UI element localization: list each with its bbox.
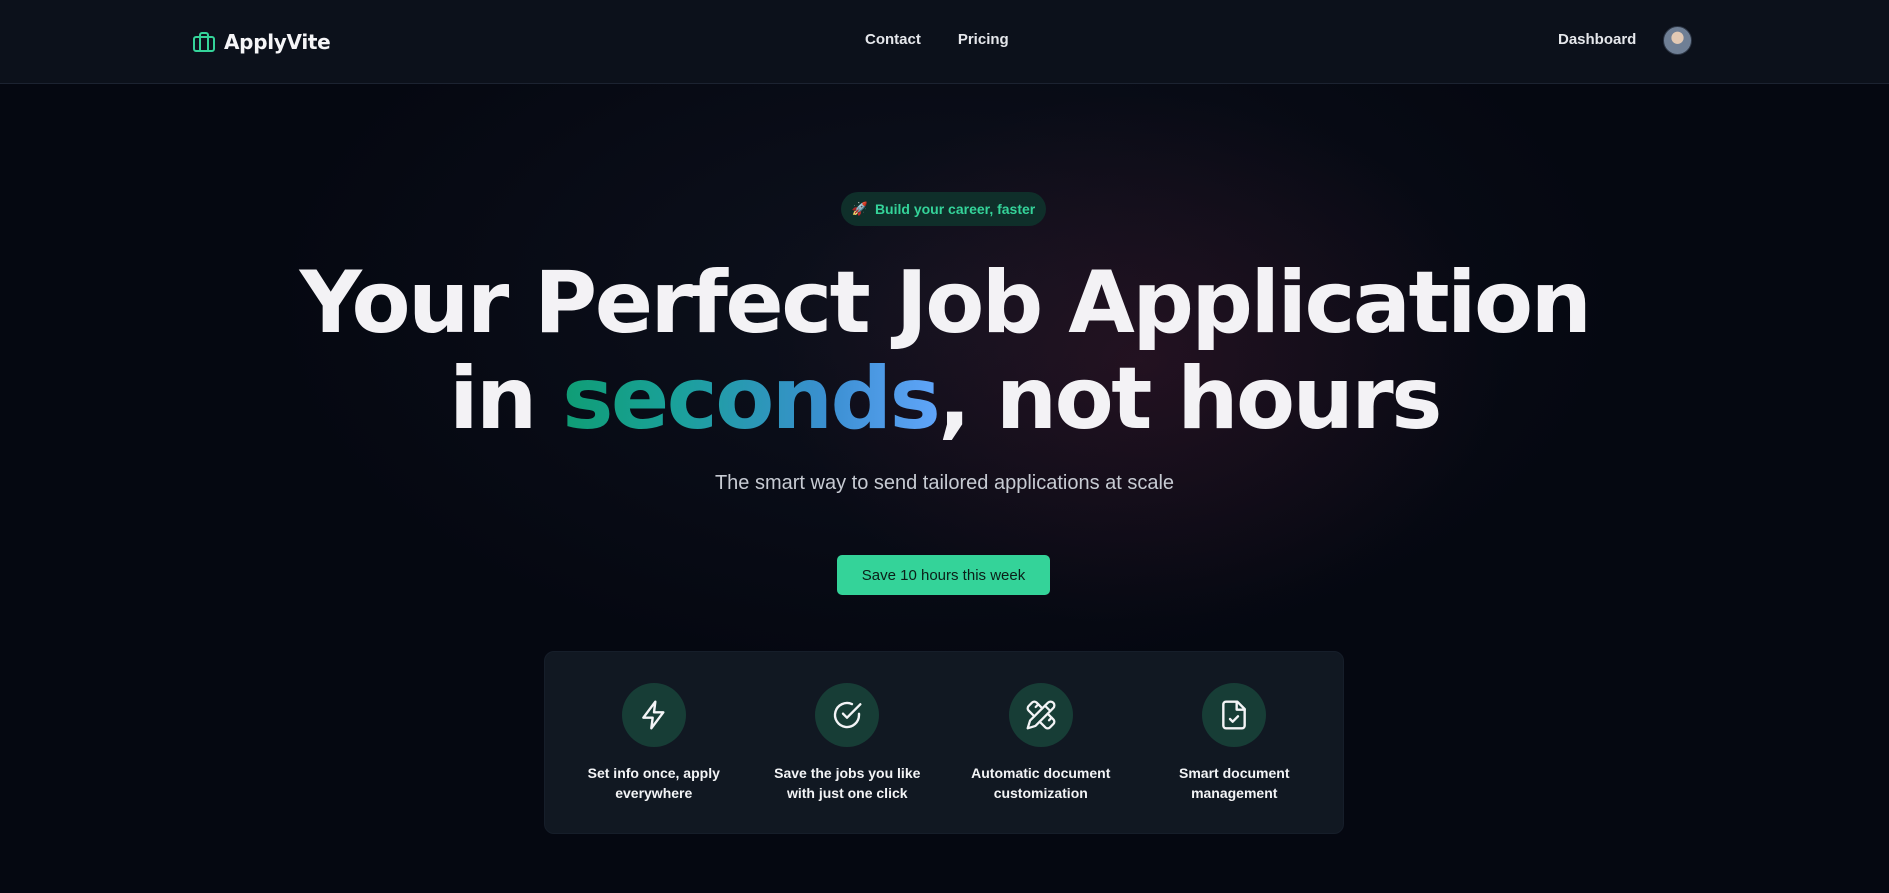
headline-highlighted-word: hours (1177, 349, 1442, 449)
feature-item: Save the jobs you like with just one cli… (757, 652, 937, 833)
nav-contact-link[interactable]: Contact (865, 31, 921, 48)
feature-text: Set info once, apply everywhere (587, 765, 720, 801)
cta-button[interactable]: Save 10 hours this week (837, 555, 1050, 595)
rocket-icon: 🚀 (851, 201, 868, 216)
hero-headline: Your Perfect Job Application in seconds,… (0, 255, 1889, 447)
feature-item: Smart document management (1144, 652, 1324, 833)
briefcase-icon (193, 32, 215, 52)
feature-icon-circle (815, 683, 880, 747)
hero-subtitle: The smart way to send tailored applicati… (714, 472, 1175, 494)
nav-dashboard-link[interactable]: Dashboard (1558, 31, 1636, 48)
lightning-icon (641, 700, 665, 730)
pencil-ruler-icon (1026, 700, 1056, 730)
headline-gradient-word: seconds (562, 349, 941, 449)
feature-text: Automatic document customization (971, 765, 1111, 801)
check-circle-icon (834, 701, 862, 729)
feature-item: Set info once, apply everywhere (564, 652, 744, 833)
navbar: ApplyVite Contact Pricing Dashboard (0, 0, 1889, 84)
badge-text: Build your career, faster (874, 201, 1036, 217)
brand-logo-link[interactable]: ApplyVite (192, 27, 331, 57)
file-check-icon (1222, 700, 1247, 730)
landing-page: ApplyVite Contact Pricing Dashboard 🚀 Bu… (0, 0, 1889, 893)
nav-pricing-link[interactable]: Pricing (958, 31, 1009, 48)
feature-icon-circle (1008, 683, 1073, 747)
headline-hours-text: hours (1177, 349, 1442, 449)
feature-icon-circle (1202, 683, 1267, 747)
headline-line-1: Your Perfect Job Application (299, 253, 1592, 353)
feature-icon-circle (621, 683, 686, 747)
feature-text: Save the jobs you like with just one cli… (774, 765, 921, 801)
feature-item: Automatic document customization (951, 652, 1131, 833)
features-card: Set info once, apply everywhere Save the… (544, 651, 1344, 834)
brand-name: ApplyVite (224, 30, 331, 54)
hero-badge: 🚀 Build your career, faster (841, 192, 1046, 226)
user-avatar[interactable] (1663, 26, 1692, 55)
main-nav: Contact Pricing (865, 31, 1009, 48)
headline-line-2: in seconds, not hours (0, 351, 1889, 447)
headline-prefix: in (449, 349, 563, 449)
feature-text: Smart document management (1179, 765, 1290, 801)
headline-middle: , not (938, 349, 1178, 449)
